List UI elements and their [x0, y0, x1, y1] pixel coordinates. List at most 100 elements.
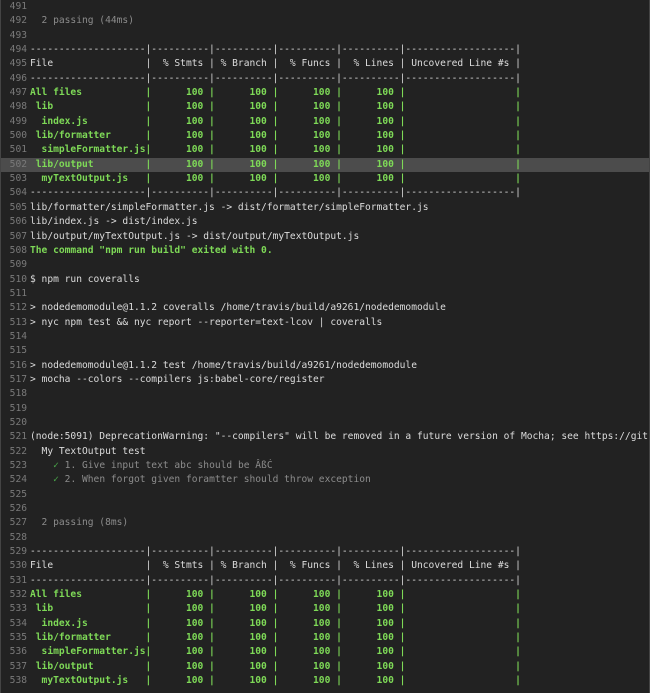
line-number[interactable]: 522 [1, 445, 27, 459]
line-number[interactable]: 504 [1, 186, 27, 200]
log-line[interactable]: 529 --------------------|----------|-----… [1, 545, 649, 559]
log-line[interactable]: 493 [1, 29, 649, 43]
line-number[interactable]: 500 [1, 129, 27, 143]
log-line[interactable]: 495 File | % Stmts | % Branch | % Funcs |… [1, 57, 649, 71]
line-number[interactable]: 535 [1, 631, 27, 645]
log-line[interactable]: 523 ✓ 1. Give input text abc should be Â… [1, 459, 649, 473]
log-line[interactable]: 504 --------------------|----------|-----… [1, 186, 649, 200]
line-number[interactable]: 508 [1, 244, 27, 258]
line-number[interactable]: 503 [1, 172, 27, 186]
line-number[interactable]: 512 [1, 301, 27, 315]
line-number[interactable]: 531 [1, 574, 27, 588]
line-number[interactable]: 498 [1, 100, 27, 114]
log-line[interactable]: 500 lib/formatter | 100 | 100 | 100 | 10… [1, 129, 649, 143]
line-number[interactable]: 501 [1, 143, 27, 157]
log-text: lib | 100 | 100 | 100 | 100 | | [30, 603, 521, 615]
log-line[interactable]: 506 lib/index.js -> dist/index.js [1, 215, 649, 229]
line-number[interactable]: 529 [1, 545, 27, 559]
line-number[interactable]: 526 [1, 502, 27, 516]
log-line[interactable]: 522 My TextOutput test [1, 445, 649, 459]
line-number[interactable]: 533 [1, 602, 27, 616]
line-number[interactable]: 513 [1, 316, 27, 330]
line-number[interactable]: 505 [1, 201, 27, 215]
log-line[interactable]: 536 simpleFormatter.js| 100 | 100 | 100 … [1, 645, 649, 659]
line-number[interactable]: 532 [1, 588, 27, 602]
line-number[interactable]: 509 [1, 258, 27, 272]
line-number[interactable]: 534 [1, 617, 27, 631]
log-line[interactable]: 535 lib/formatter | 100 | 100 | 100 | 10… [1, 631, 649, 645]
line-number[interactable]: 536 [1, 645, 27, 659]
log-line[interactable]: 537 lib/output | 100 | 100 | 100 | 100 |… [1, 660, 649, 674]
log-line[interactable]: 530 File | % Stmts | % Branch | % Funcs |… [1, 559, 649, 573]
line-number[interactable]: 515 [1, 344, 27, 358]
log-line[interactable]: 524 ✓ 2. When forgot given foramtter sho… [1, 473, 649, 487]
log-line[interactable]: 497 All files | 100 | 100 | 100 | 100 | | [1, 86, 649, 100]
line-number[interactable]: 530 [1, 559, 27, 573]
log-line[interactable]: 525 [1, 488, 649, 502]
line-number[interactable]: 507 [1, 230, 27, 244]
line-number[interactable]: 524 [1, 473, 27, 487]
line-number[interactable]: 519 [1, 402, 27, 416]
log-line[interactable]: 509 [1, 258, 649, 272]
log-line[interactable]: 527 2 passing (8ms) [1, 516, 649, 530]
log-line[interactable]: 510 $ npm run coveralls [1, 273, 649, 287]
log-line[interactable]: 516 > nodedemomodule@1.1.2 test /home/tra… [1, 359, 649, 373]
log-line[interactable]: 532 All files | 100 | 100 | 100 | 100 | | [1, 588, 649, 602]
line-number[interactable]: 492 [1, 14, 27, 28]
log-line[interactable]: 521 (node:5091) DeprecationWarning: "--co… [1, 430, 649, 444]
log-line[interactable]: 515 [1, 344, 649, 358]
log-line[interactable]: 518 [1, 387, 649, 401]
log-line[interactable]: 528 [1, 531, 649, 545]
log-line[interactable]: 511 [1, 287, 649, 301]
line-number[interactable]: 518 [1, 387, 27, 401]
log-line[interactable]: 512 > nodedemomodule@1.1.2 coveralls /hom… [1, 301, 649, 315]
line-number[interactable]: 517 [1, 373, 27, 387]
line-number[interactable]: 537 [1, 660, 27, 674]
log-line[interactable]: 519 [1, 402, 649, 416]
line-number[interactable]: 516 [1, 359, 27, 373]
log-line[interactable]: 517 > mocha --colors --compilers js:babel… [1, 373, 649, 387]
log-line[interactable]: 533 lib | 100 | 100 | 100 | 100 | | [1, 602, 649, 616]
log-line[interactable]: 508 The command "npm run build" exited wi… [1, 244, 649, 258]
line-number[interactable]: 510 [1, 273, 27, 287]
line-number[interactable]: 496 [1, 72, 27, 86]
line-number[interactable]: 514 [1, 330, 27, 344]
line-number[interactable]: 499 [1, 115, 27, 129]
line-number[interactable]: 528 [1, 531, 27, 545]
log-line[interactable]: 531 --------------------|----------|-----… [1, 574, 649, 588]
log-line[interactable]: 494 --------------------|----------|-----… [1, 43, 649, 57]
line-number[interactable]: 521 [1, 430, 27, 444]
log-line[interactable]: 513 > nyc npm test && nyc report --report… [1, 316, 649, 330]
line-number[interactable]: 525 [1, 488, 27, 502]
line-number[interactable]: 523 [1, 459, 27, 473]
log-line[interactable]: 503 myTextOutput.js | 100 | 100 | 100 | … [1, 172, 649, 186]
line-number[interactable]: 502 [1, 158, 27, 172]
log-line[interactable]: 491 [1, 0, 649, 14]
line-number[interactable]: 527 [1, 516, 27, 530]
log-line[interactable]: 514 [1, 330, 649, 344]
line-number[interactable]: 491 [1, 0, 27, 14]
line-number[interactable]: 497 [1, 86, 27, 100]
log-text: --------------------|----------|--------… [30, 574, 521, 586]
log-line[interactable]: 492 2 passing (44ms) [1, 14, 649, 28]
log-line[interactable]: 499 index.js | 100 | 100 | 100 | 100 | | [1, 115, 649, 129]
log-line[interactable]: 502 lib/output | 100 | 100 | 100 | 100 |… [1, 157, 649, 173]
line-number[interactable]: 511 [1, 287, 27, 301]
line-number[interactable]: 494 [1, 43, 27, 57]
log-line[interactable]: 538 myTextOutput.js | 100 | 100 | 100 | … [1, 674, 649, 688]
line-number[interactable]: 506 [1, 215, 27, 229]
line-number[interactable]: 493 [1, 29, 27, 43]
log-line[interactable]: 498 lib | 100 | 100 | 100 | 100 | | [1, 100, 649, 114]
line-number[interactable]: 520 [1, 416, 27, 430]
log-line[interactable]: 505 lib/formatter/simpleFormatter.js -> d… [1, 201, 649, 215]
log-line[interactable]: 496 --------------------|----------|-----… [1, 72, 649, 86]
terminal-log[interactable]: 491 492 2 passing (44ms) 493 494 -----------… [0, 0, 650, 693]
log-line[interactable]: 501 simpleFormatter.js| 100 | 100 | 100 … [1, 143, 649, 157]
line-number[interactable]: 495 [1, 57, 27, 71]
line-number[interactable]: 538 [1, 674, 27, 688]
log-text: The command "npm run build" exited with … [30, 244, 273, 256]
log-line[interactable]: 520 [1, 416, 649, 430]
log-line[interactable]: 534 index.js | 100 | 100 | 100 | 100 | | [1, 617, 649, 631]
log-line[interactable]: 507 lib/output/myTextOutput.js -> dist/ou… [1, 230, 649, 244]
log-line[interactable]: 526 [1, 502, 649, 516]
